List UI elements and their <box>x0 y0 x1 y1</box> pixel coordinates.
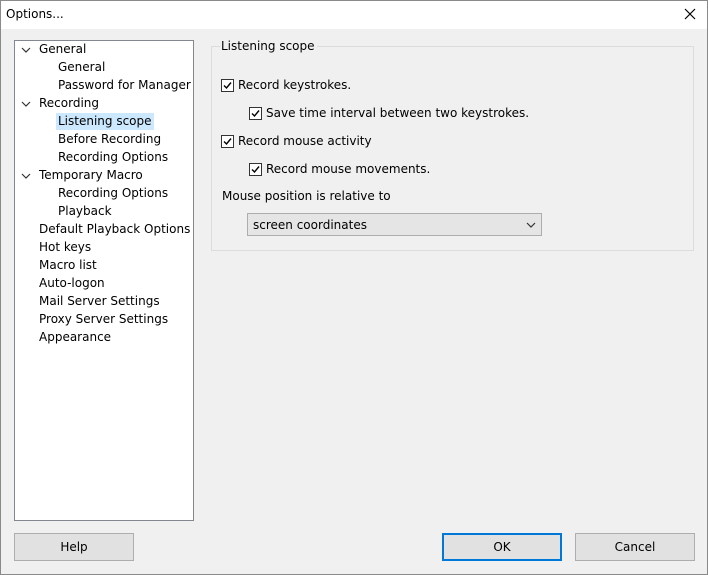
tree-item-label: General <box>58 60 106 74</box>
tree-item-listening-scope[interactable]: Listening scope <box>56 113 154 131</box>
record-mouse-activity-checkbox[interactable]: Record mouse activity <box>221 133 372 149</box>
title-bar: Options... <box>1 1 707 29</box>
checkbox-label: Save time interval between two keystroke… <box>266 106 530 120</box>
ok-button[interactable]: OK <box>442 533 562 561</box>
help-button[interactable]: Help <box>14 533 134 561</box>
tree-item-recording[interactable]: Recording <box>15 95 193 113</box>
tree-item-proxy-server-settings[interactable]: Proxy Server Settings <box>37 311 170 329</box>
record-keystrokes-checkbox[interactable]: Record keystrokes. <box>221 77 351 93</box>
tree-item-temporary-macro[interactable]: Temporary Macro <box>15 167 193 185</box>
window-title: Options... <box>6 7 64 21</box>
record-mouse-movements-checkbox[interactable]: Record mouse movements. <box>249 161 430 177</box>
tree-item-label: Before Recording <box>58 132 162 146</box>
chevron-down-icon[interactable] <box>21 99 31 109</box>
checkmark-icon <box>249 106 262 120</box>
checkmark-icon <box>221 134 234 148</box>
tree-item-label: Recording Options <box>58 150 169 164</box>
tree-item-mail-server-settings[interactable]: Mail Server Settings <box>37 293 162 311</box>
mouse-position-dropdown[interactable]: screen coordinates <box>247 213 542 236</box>
tree-item-label: Default Playback Options <box>39 222 191 236</box>
mouse-position-label: Mouse position is relative to <box>222 189 391 203</box>
tree-item-label: Recording <box>39 96 100 110</box>
chevron-down-icon <box>526 221 536 229</box>
tree-item-label: Temporary Macro <box>39 168 143 182</box>
tree-item-label: Proxy Server Settings <box>39 312 169 326</box>
save-time-interval-checkbox[interactable]: Save time interval between two keystroke… <box>249 105 529 121</box>
tree-item-label: Password for Manager <box>58 78 191 92</box>
cancel-button[interactable]: Cancel <box>575 533 695 561</box>
tree-item-playback[interactable]: Playback <box>56 203 114 221</box>
options-dialog: Options... General General Password for … <box>0 0 708 575</box>
group-title: Listening scope <box>220 39 317 53</box>
tree-item-password-for-manager[interactable]: Password for Manager <box>56 77 193 95</box>
tree-item-label: Macro list <box>39 258 97 272</box>
tree-item-label: Listening scope <box>56 113 154 130</box>
tree-item-hot-keys[interactable]: Hot keys <box>37 239 93 257</box>
tree-item-label: Mail Server Settings <box>39 294 160 308</box>
tree-item-recording-options[interactable]: Recording Options <box>56 149 170 167</box>
chevron-down-icon[interactable] <box>21 171 31 181</box>
checkmark-icon <box>249 162 262 176</box>
tree-item-before-recording[interactable]: Before Recording <box>56 131 163 149</box>
close-button[interactable] <box>673 1 707 29</box>
checkbox-label: Record mouse movements. <box>266 162 431 176</box>
close-icon <box>684 8 696 23</box>
tree-item-default-playback-options[interactable]: Default Playback Options <box>37 221 192 239</box>
tree-item-temp-recording-options[interactable]: Recording Options <box>56 185 170 203</box>
tree-item-general[interactable]: General <box>15 41 193 59</box>
ok-button-label: OK <box>493 540 511 554</box>
tree-item-label: Auto-logon <box>39 276 105 290</box>
tree-item-label: Recording Options <box>58 186 169 200</box>
cancel-button-label: Cancel <box>614 540 656 554</box>
tree-item-label: Playback <box>58 204 112 218</box>
help-button-label: Help <box>60 540 88 554</box>
tree-item-label: Hot keys <box>39 240 92 254</box>
checkbox-label: Record keystrokes. <box>238 78 352 92</box>
dropdown-value: screen coordinates <box>253 218 367 232</box>
checkmark-icon <box>221 78 234 92</box>
tree-item-general-general[interactable]: General <box>56 59 107 77</box>
tree-item-label: General <box>39 42 87 56</box>
tree-item-auto-logon[interactable]: Auto-logon <box>37 275 107 293</box>
chevron-down-icon[interactable] <box>21 45 31 55</box>
options-tree[interactable]: General General Password for Manager Rec… <box>14 40 194 521</box>
checkbox-label: Record mouse activity <box>238 134 372 148</box>
tree-item-appearance[interactable]: Appearance <box>37 329 113 347</box>
tree-item-label: Appearance <box>39 330 112 344</box>
tree-item-macro-list[interactable]: Macro list <box>37 257 99 275</box>
